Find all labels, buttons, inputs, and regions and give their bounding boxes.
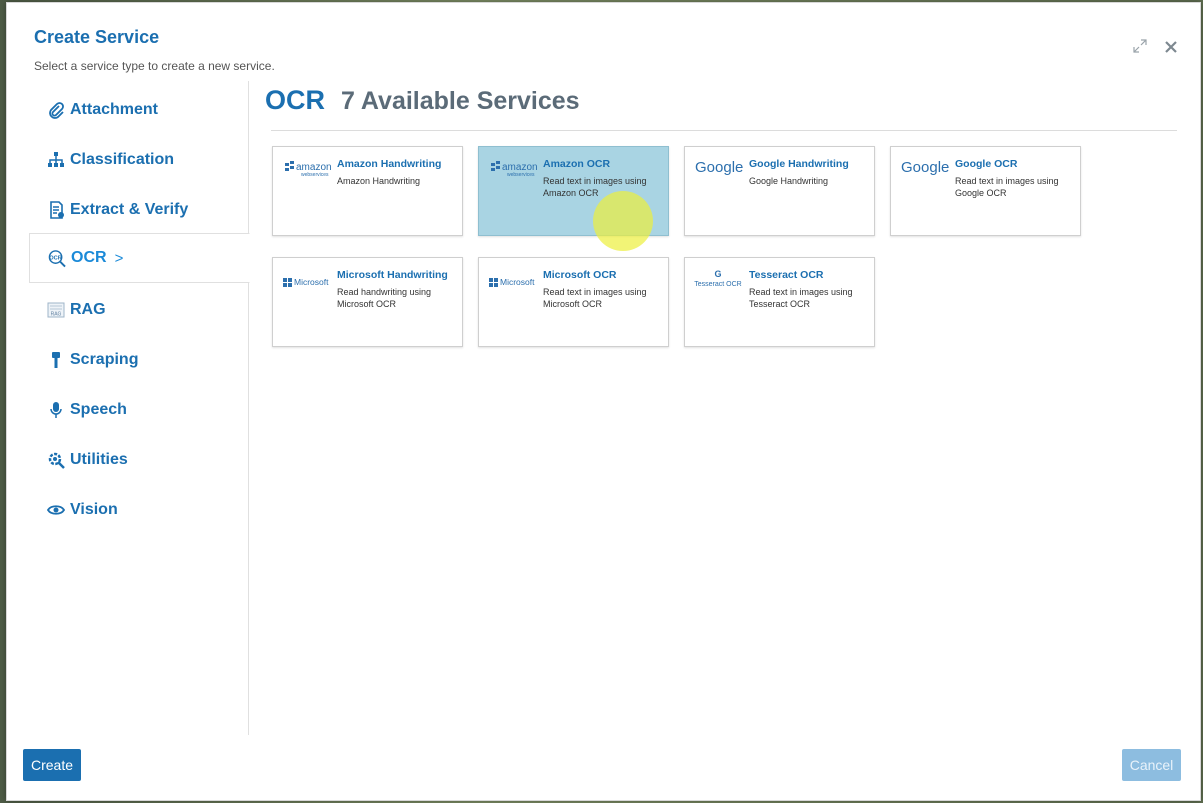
amazon-sub-wordmark: webservices — [507, 172, 535, 178]
category-title: OCR — [265, 85, 325, 115]
sidebar-item-label: Extract & Verify — [70, 201, 189, 218]
svg-text:OCR: OCR — [49, 255, 62, 261]
service-card-amazon-handwriting[interactable]: amazon webservices Amazon Handwriting Am… — [272, 146, 463, 236]
chevron-right-icon: > — [114, 249, 124, 267]
service-name: Tesseract OCR — [749, 269, 824, 281]
sidebar-item-ocr[interactable]: OCR OCR > — [29, 233, 250, 283]
brush-icon — [47, 351, 65, 369]
divider — [271, 130, 1177, 131]
google-logo: Google — [693, 155, 743, 179]
sidebar-item-utilities[interactable]: Utilities — [29, 435, 249, 485]
sidebar-item-classification[interactable]: Classification — [29, 135, 249, 185]
microsoft-wordmark: Microsoft — [500, 277, 535, 287]
service-card-microsoft-ocr[interactable]: Microsoft Microsoft OCR Read text in ima… — [478, 257, 669, 347]
svg-text:RAG: RAG — [51, 312, 62, 318]
microphone-icon — [47, 401, 65, 419]
sidebar-item-label: Scraping — [70, 351, 139, 368]
hierarchy-icon — [47, 151, 65, 169]
google-wordmark: Google — [695, 159, 743, 176]
sidebar-item-label: Speech — [70, 401, 127, 418]
create-service-dialog: Create Service Select a service type to … — [6, 2, 1201, 801]
microsoft-logo: Microsoft — [283, 270, 333, 294]
service-name: Google Handwriting — [749, 158, 849, 170]
sidebar-item-label: Attachment — [70, 101, 159, 118]
tesseract-wordmark: Tesseract OCR — [694, 281, 741, 288]
document-check-icon — [47, 201, 65, 219]
sidebar-item-label: Vision — [70, 501, 118, 518]
service-description: Read text in images using Amazon OCR — [543, 176, 647, 198]
service-name: Microsoft Handwriting — [337, 269, 448, 281]
ocr-icon: OCR — [48, 249, 66, 267]
service-description: Google Handwriting — [749, 176, 829, 186]
category-sidebar: Attachment Classification Extract & Veri… — [29, 81, 250, 735]
amazon-web-services-logo: amazon webservices — [487, 155, 538, 179]
service-name: Google OCR — [955, 158, 1018, 170]
page-title: OCR 7 Available Services — [265, 85, 580, 116]
paperclip-icon — [47, 101, 65, 119]
service-description: Read text in images using Google OCR — [955, 176, 1059, 198]
service-name: Amazon OCR — [543, 158, 611, 170]
service-card-microsoft-handwriting[interactable]: Microsoft Microsoft Handwriting Read han… — [272, 257, 463, 347]
service-description: Amazon Handwriting — [337, 176, 421, 186]
cancel-button[interactable]: Cancel — [1122, 749, 1181, 781]
sidebar-item-extract-verify[interactable]: Extract & Verify — [29, 185, 249, 235]
sidebar-item-scraping[interactable]: Scraping — [29, 335, 249, 385]
service-card-google-handwriting[interactable]: Google Google Handwriting Google Handwri… — [684, 146, 875, 236]
dialog-subtitle: Select a service type to create a new se… — [34, 59, 275, 73]
expand-icon[interactable] — [1131, 37, 1149, 55]
tesseract-logo: G Tesseract OCR — [693, 266, 743, 290]
service-description: Read text in images using Microsoft OCR — [543, 287, 647, 309]
sidebar-item-label: OCR — [71, 249, 107, 266]
tesseract-mark: G — [714, 269, 721, 279]
sidebar-item-label: Classification — [70, 151, 175, 168]
google-logo: Google — [899, 155, 949, 179]
sidebar-item-label: RAG — [70, 301, 106, 318]
service-card-amazon-ocr[interactable]: amazon webservices Amazon OCR Read text … — [478, 146, 669, 236]
amazon-sub-wordmark: webservices — [301, 172, 329, 178]
service-count: 7 Available Services — [341, 87, 580, 115]
sidebar-item-label: Utilities — [70, 451, 128, 468]
sidebar-item-rag[interactable]: RAG RAG — [29, 285, 249, 335]
google-wordmark: Google — [901, 159, 949, 176]
close-icon[interactable] — [1162, 38, 1180, 56]
sidebar-item-vision[interactable]: Vision — [29, 485, 249, 535]
dialog-title: Create Service — [34, 27, 160, 47]
service-name: Amazon Handwriting — [337, 158, 442, 170]
service-description: Read handwriting using Microsoft OCR — [337, 287, 432, 309]
create-button[interactable]: Create — [23, 749, 81, 781]
rag-icon: RAG — [47, 301, 65, 319]
microsoft-wordmark: Microsoft — [294, 277, 329, 287]
service-card-google-ocr[interactable]: Google Google OCR Read text in images us… — [890, 146, 1081, 236]
service-name: Microsoft OCR — [543, 269, 617, 281]
eye-icon — [47, 501, 65, 519]
service-card-tesseract-ocr[interactable]: G Tesseract OCR Tesseract OCR Read text … — [684, 257, 875, 347]
service-description: Read text in images using Tesseract OCR — [749, 287, 853, 309]
sidebar-item-attachment[interactable]: Attachment — [29, 85, 249, 135]
amazon-web-services-logo: amazon webservices — [281, 155, 332, 179]
sidebar-item-speech[interactable]: Speech — [29, 385, 249, 435]
gear-wrench-icon — [47, 451, 65, 469]
microsoft-logo: Microsoft — [489, 270, 539, 294]
